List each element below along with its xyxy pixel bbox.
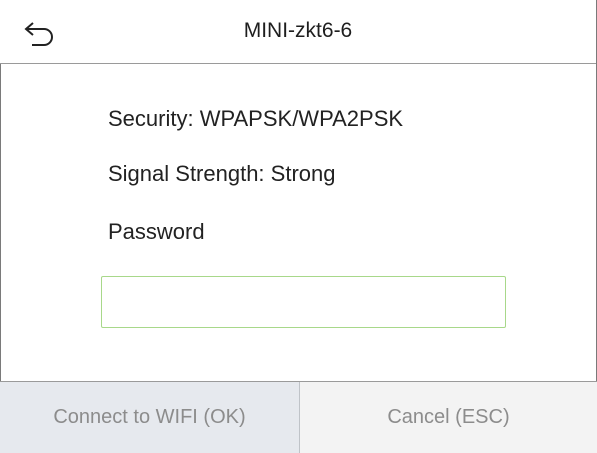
signal-strength-text: Signal Strength: Strong (108, 161, 336, 186)
password-label: Password (108, 219, 205, 244)
title-bar: MINI-zkt6-6 (0, 0, 596, 64)
password-input[interactable] (101, 276, 506, 328)
footer-bar: Connect to WIFI (OK) Cancel (ESC) (0, 381, 597, 453)
connect-wifi-button[interactable]: Connect to WIFI (OK) (0, 382, 300, 453)
page-title: MINI-zkt6-6 (243, 19, 353, 42)
content-area: Security: WPAPSK/WPA2PSK Signal Strength… (0, 64, 596, 381)
cancel-button[interactable]: Cancel (ESC) (300, 382, 597, 453)
security-text: Security: WPAPSK/WPA2PSK (108, 106, 404, 131)
